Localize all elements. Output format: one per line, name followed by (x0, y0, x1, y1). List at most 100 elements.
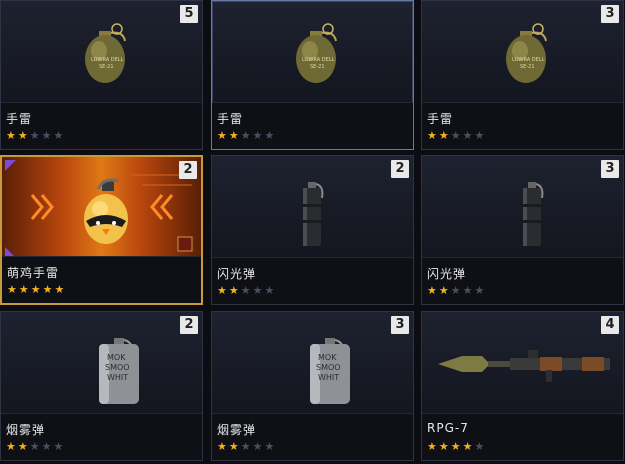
star-empty-icon: ★ (29, 440, 42, 453)
star-filled-icon: ★ (427, 284, 439, 297)
star-empty-icon: ★ (240, 284, 253, 297)
star-empty-icon: ★ (240, 440, 253, 453)
item-footer: 烟雾弹 ★★★★★ (1, 413, 202, 460)
star-filled-icon: ★ (217, 129, 229, 142)
svg-text:SE-21: SE-21 (310, 64, 325, 70)
item-card-flashbang-2[interactable]: 3 闪光弹 ★★★★★ (421, 155, 624, 305)
star-filled-icon: ★ (228, 440, 241, 453)
star-filled-icon: ★ (462, 440, 475, 453)
star-empty-icon: ★ (53, 129, 66, 142)
grenade-icon: LOWRA DELL SE-21 (296, 23, 337, 83)
item-footer: 闪光弹 ★★★★★ (422, 257, 623, 304)
item-card-grenade-1[interactable]: LOWRA DELL SE-21 5 手雷 ★★★★★ (0, 0, 203, 150)
star-filled-icon: ★ (427, 129, 439, 142)
item-rating: ★★★★★ (427, 440, 486, 453)
svg-text:WHIT: WHIT (318, 373, 339, 382)
item-art: MOK SMOO WHIT 3 (212, 312, 413, 416)
item-footer: 萌鸡手雷 ★★★★★ (2, 256, 201, 303)
item-card-chick-grenade[interactable]: 2 萌鸡手雷 ★★★★★ (0, 155, 203, 305)
star-empty-icon: ★ (264, 129, 277, 142)
star-filled-icon: ★ (450, 440, 463, 453)
item-art: 2 (2, 157, 201, 261)
star-filled-icon: ★ (438, 440, 451, 453)
item-art: LOWRA DELL SE-21 (212, 1, 413, 105)
star-filled-icon: ★ (438, 284, 451, 297)
item-rating: ★★★★★ (217, 440, 276, 453)
star-empty-icon: ★ (474, 129, 487, 142)
item-count-badge: 4 (601, 316, 619, 334)
item-footer: 烟雾弹 ★★★★★ (212, 413, 413, 460)
item-name: 萌鸡手雷 (7, 266, 60, 280)
star-empty-icon: ★ (462, 129, 475, 142)
item-count-badge: 2 (179, 161, 197, 179)
star-empty-icon: ★ (53, 440, 66, 453)
svg-text:WHIT: WHIT (107, 373, 128, 382)
star-empty-icon: ★ (450, 129, 463, 142)
star-filled-icon: ★ (6, 440, 18, 453)
item-card-grenade-2[interactable]: LOWRA DELL SE-21 手雷 ★★★★★ (211, 0, 414, 150)
star-filled-icon: ★ (6, 129, 18, 142)
star-filled-icon: ★ (17, 129, 30, 142)
item-rating: ★★★★★ (217, 129, 276, 142)
item-count-badge: 3 (601, 160, 619, 178)
svg-text:MOK: MOK (318, 353, 337, 362)
star-filled-icon: ★ (438, 129, 451, 142)
item-name: 手雷 (217, 112, 244, 126)
item-art: 3 (422, 156, 623, 260)
item-rating: ★★★★★ (427, 129, 486, 142)
star-filled-icon: ★ (17, 440, 30, 453)
star-filled-icon: ★ (7, 283, 19, 296)
item-count-badge: 2 (391, 160, 409, 178)
star-empty-icon: ★ (41, 129, 54, 142)
item-count-badge: 5 (180, 5, 198, 23)
item-name: 烟雾弹 (217, 423, 257, 437)
rpg-launcher-icon (438, 350, 610, 382)
star-empty-icon: ★ (462, 284, 475, 297)
item-footer: 闪光弹 ★★★★★ (212, 257, 413, 304)
item-footer: 手雷 ★★★★★ (1, 102, 202, 149)
item-card-flashbang-1[interactable]: 2 闪光弹 ★★★★★ (211, 155, 414, 305)
item-rating: ★★★★★ (6, 440, 65, 453)
star-empty-icon: ★ (264, 440, 277, 453)
item-art: LOWRA DELL SE-21 3 (422, 1, 623, 105)
item-name: 闪光弹 (217, 267, 257, 281)
item-footer: 手雷 ★★★★★ (212, 102, 413, 149)
item-rating: ★★★★★ (7, 283, 66, 296)
star-empty-icon: ★ (29, 129, 42, 142)
star-empty-icon: ★ (264, 284, 277, 297)
item-card-grenade-3[interactable]: LOWRA DELL SE-21 3 手雷 ★★★★★ (421, 0, 624, 150)
svg-text:LOWRA DELL: LOWRA DELL (91, 57, 124, 63)
svg-text:LOWRA DELL: LOWRA DELL (302, 57, 335, 63)
smoke-grenade-icon: MOK SMOO WHIT (99, 338, 139, 404)
star-filled-icon: ★ (30, 283, 43, 296)
grenade-icon: LOWRA DELL SE-21 (506, 23, 547, 83)
item-name: 手雷 (427, 112, 454, 126)
star-filled-icon: ★ (228, 129, 241, 142)
star-filled-icon: ★ (18, 283, 31, 296)
star-filled-icon: ★ (217, 440, 229, 453)
item-count-badge: 2 (180, 316, 198, 334)
item-card-smoke-1[interactable]: MOK SMOO WHIT 2 烟雾弹 ★★★★★ (0, 311, 203, 461)
item-count-badge: 3 (391, 316, 409, 334)
svg-text:SMOO: SMOO (316, 363, 341, 372)
svg-text:LOWRA DELL: LOWRA DELL (512, 57, 545, 63)
svg-text:MOK: MOK (107, 353, 126, 362)
inventory-grid: LOWRA DELL SE-21 5 手雷 ★★★★★ LOWRA DELL S… (0, 0, 625, 464)
star-empty-icon: ★ (252, 440, 265, 453)
svg-text:SE-21: SE-21 (520, 64, 535, 70)
item-art: MOK SMOO WHIT 2 (1, 312, 202, 416)
item-card-rpg7[interactable]: 4 RPG-7 ★★★★★ (421, 311, 624, 461)
star-filled-icon: ★ (42, 283, 55, 296)
item-card-smoke-2[interactable]: MOK SMOO WHIT 3 烟雾弹 ★★★★★ (211, 311, 414, 461)
item-footer: 手雷 ★★★★★ (422, 102, 623, 149)
star-empty-icon: ★ (450, 284, 463, 297)
star-empty-icon: ★ (252, 129, 265, 142)
star-empty-icon: ★ (240, 129, 253, 142)
star-empty-icon: ★ (474, 440, 487, 453)
item-art: LOWRA DELL SE-21 5 (1, 1, 202, 105)
item-rating: ★★★★★ (6, 129, 65, 142)
star-empty-icon: ★ (252, 284, 265, 297)
star-filled-icon: ★ (228, 284, 241, 297)
star-empty-icon: ★ (474, 284, 487, 297)
item-rating: ★★★★★ (217, 284, 276, 297)
